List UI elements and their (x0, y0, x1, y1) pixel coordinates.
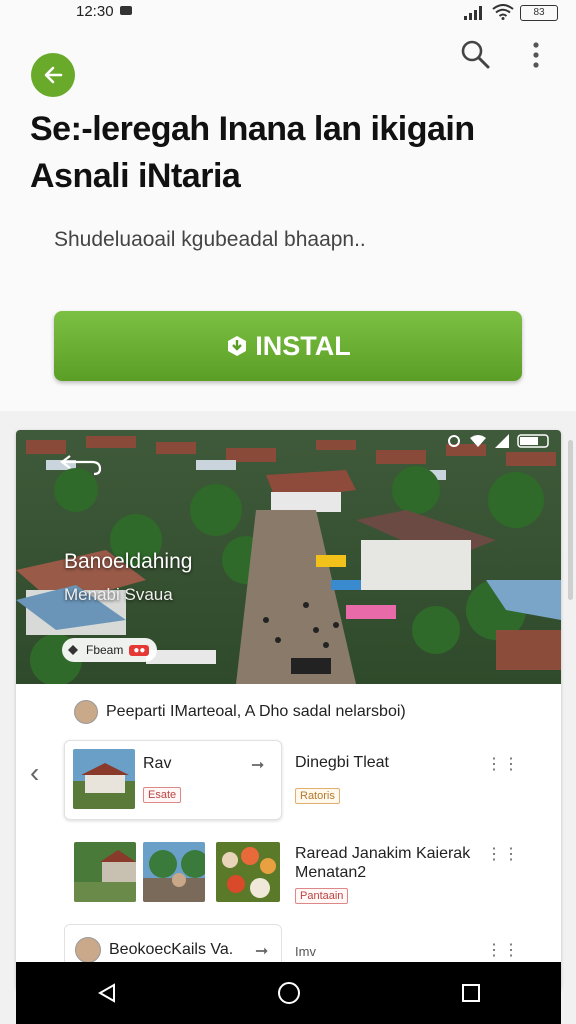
item-thumbnail (73, 749, 135, 809)
list-item[interactable]: Rav Esate ➞ (64, 740, 282, 820)
hero-status-icons (447, 434, 551, 448)
item-thumbnail (216, 842, 280, 902)
author-text: Peeparti IMarteoal, A Dho sadal nelarsbo… (106, 703, 406, 720)
arrow-right-icon[interactable]: ➞ (251, 755, 264, 775)
recents-nav-icon[interactable] (461, 983, 481, 1003)
hero-subtitle: Menabi Svaua (64, 585, 173, 604)
item-title: Dinegbi Tleat (295, 754, 389, 771)
item-tag: Ratoris (295, 788, 340, 804)
hero-chip-badge: ●● (129, 644, 150, 656)
more-horiz-icon[interactable]: ⋮⋮ (486, 754, 520, 774)
more-horiz-icon[interactable]: ⋮⋮ (486, 844, 520, 864)
item-tag: Pantaain (295, 888, 349, 904)
more-vert-icon[interactable] (530, 40, 542, 70)
item-thumbnail (74, 842, 136, 902)
item-tag: Esate (143, 787, 182, 803)
page-title: Se:-leregah Inana lan ikigain Asnali iNt… (30, 110, 475, 195)
item-subtitle: Imv (295, 944, 316, 959)
battery-icon: 83 (520, 5, 558, 21)
page-subtitle: Shudeluaoail kgubeadal bhaapn.. (54, 228, 366, 251)
signal-icon (495, 434, 509, 448)
content-card: Banoeldahing Menabi Svaua Fbeam ●● Peepa… (16, 430, 561, 990)
item-title: BeokoecKails Va. (109, 941, 234, 958)
search-icon[interactable] (459, 38, 491, 70)
avatar (75, 937, 101, 963)
status-time: 12:30 (76, 3, 114, 20)
back-nav-icon[interactable] (96, 982, 118, 1004)
item-thumbnail (143, 842, 205, 902)
back-arrow-icon (44, 66, 63, 84)
hero-title: Banoeldahing (64, 550, 193, 573)
hero-image[interactable]: Banoeldahing Menabi Svaua Fbeam ●● (16, 430, 561, 684)
status-bar: 12:30 83 (0, 0, 576, 26)
install-icon (228, 336, 247, 356)
author-line: Peeparti IMarteoal, A Dho sadal nelarsbo… (74, 700, 406, 724)
system-nav-bar (16, 962, 561, 1024)
install-label: INSTAL (255, 330, 351, 361)
hero-back-icon[interactable] (60, 452, 104, 476)
home-nav-icon[interactable] (277, 981, 301, 1005)
wifi-icon (492, 4, 514, 20)
more-horiz-icon[interactable]: ⋮⋮ (486, 940, 520, 960)
app-header: Se:-leregah Inana lan ikigain Asnali iNt… (0, 26, 576, 411)
gear-icon (448, 435, 460, 447)
item-title: Rav (143, 755, 172, 772)
avatar (74, 700, 98, 724)
wifi-icon (470, 435, 486, 447)
chevron-left-icon[interactable]: ‹ (30, 757, 39, 789)
camera-icon (120, 6, 132, 15)
link-icon (68, 645, 78, 655)
hero-chip-label: Fbeam (86, 643, 124, 657)
battery-icon (517, 434, 549, 448)
arrow-right-icon[interactable]: ➞ (255, 941, 268, 961)
back-button[interactable] (31, 53, 75, 97)
item-title: Raread Janakim Kaierak Menatan2 (295, 845, 471, 881)
signal-icon (464, 6, 482, 20)
hero-chip[interactable]: Fbeam ●● (62, 638, 158, 662)
scrollbar[interactable] (568, 440, 573, 600)
install-button[interactable]: INSTAL (54, 311, 522, 381)
